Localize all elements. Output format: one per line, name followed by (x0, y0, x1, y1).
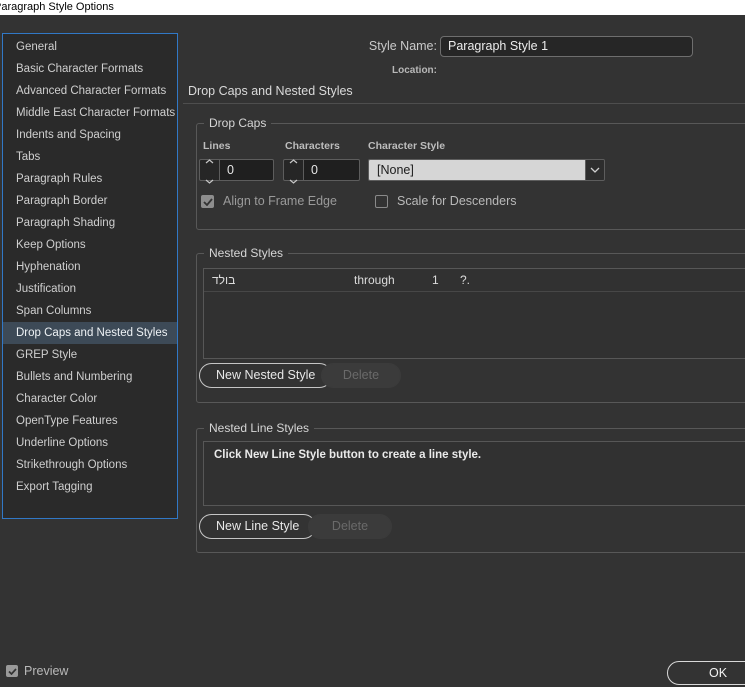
window-title: Paragraph Style Options (0, 1, 114, 13)
sidebar-item-keep-options[interactable]: Keep Options (3, 234, 177, 256)
panel-title: Drop Caps and Nested Styles (188, 84, 353, 98)
category-sidebar: General Basic Character Formats Advanced… (2, 33, 178, 519)
lines-stepper[interactable] (199, 159, 220, 184)
sidebar-item-paragraph-rules[interactable]: Paragraph Rules (3, 168, 177, 190)
window-titlebar: Paragraph Style Options (0, 0, 745, 15)
new-line-style-button[interactable]: New Line Style (199, 514, 317, 539)
nested-style-name-cell[interactable]: בולד (212, 273, 235, 287)
preview-label: Preview (24, 664, 69, 678)
style-name-label: Style Name: (368, 39, 437, 53)
sidebar-item-indents-and-spacing[interactable]: Indents and Spacing (3, 124, 177, 146)
sidebar-item-justification[interactable]: Justification (3, 278, 177, 300)
scale-for-descenders-label: Scale for Descenders (397, 194, 517, 208)
sidebar-item-middle-east-character-formats[interactable]: Middle East Character Formats (3, 102, 177, 124)
chevron-down-icon[interactable] (585, 160, 604, 180)
sidebar-item-basic-character-formats[interactable]: Basic Character Formats (3, 58, 177, 80)
sidebar-item-export-tagging[interactable]: Export Tagging (3, 476, 177, 498)
header-separator (183, 103, 745, 104)
nested-styles-legend: Nested Styles (204, 246, 289, 260)
sidebar-item-character-color[interactable]: Character Color (3, 388, 177, 410)
sidebar-item-paragraph-border[interactable]: Paragraph Border (3, 190, 177, 212)
lines-input[interactable]: 0 (220, 159, 274, 181)
sidebar-item-opentype-features[interactable]: OpenType Features (3, 410, 177, 432)
ok-button[interactable]: OK (667, 661, 745, 685)
nested-style-element-cell[interactable]: ?. (460, 273, 470, 287)
drop-caps-legend: Drop Caps (204, 116, 272, 130)
nested-line-styles-group: Nested Line Styles Click New Line Style … (196, 421, 745, 553)
nested-style-row[interactable]: בולד through 1 ?. (204, 269, 745, 292)
characters-stepper[interactable] (283, 159, 304, 184)
sidebar-item-underline-options[interactable]: Underline Options (3, 432, 177, 454)
delete-nested-style-button[interactable]: Delete (321, 363, 401, 388)
nested-style-count-cell[interactable]: 1 (432, 273, 439, 287)
character-style-dropdown[interactable]: [None] (368, 159, 605, 181)
characters-input[interactable]: 0 (304, 159, 360, 181)
character-style-value[interactable]: [None] (369, 160, 585, 180)
sidebar-item-span-columns[interactable]: Span Columns (3, 300, 177, 322)
line-styles-empty-message: Click New Line Style button to create a … (214, 449, 482, 461)
check-icon (202, 193, 213, 211)
chevron-down-icon[interactable] (205, 171, 214, 189)
delete-line-style-button[interactable]: Delete (308, 514, 392, 539)
nested-styles-group: Nested Styles בולד through 1 ?. New Nest… (196, 246, 745, 403)
align-to-frame-edge-checkbox[interactable] (201, 195, 214, 208)
scale-for-descenders-checkbox[interactable] (375, 195, 388, 208)
sidebar-item-tabs[interactable]: Tabs (3, 146, 177, 168)
character-style-label: Character Style (368, 140, 446, 152)
check-icon (7, 662, 17, 680)
sidebar-item-hyphenation[interactable]: Hyphenation (3, 256, 177, 278)
nested-styles-list[interactable]: בולד through 1 ?. (203, 268, 745, 359)
preview-checkbox[interactable] (6, 665, 18, 677)
sidebar-item-bullets-and-numbering[interactable]: Bullets and Numbering (3, 366, 177, 388)
style-name-input[interactable]: Paragraph Style 1 (440, 36, 693, 57)
drop-caps-group: Drop Caps Lines Characters Character Sty… (196, 116, 745, 230)
sidebar-item-grep-style[interactable]: GREP Style (3, 344, 177, 366)
sidebar-item-strikethrough-options[interactable]: Strikethrough Options (3, 454, 177, 476)
sidebar-item-general[interactable]: General (3, 36, 177, 58)
location-label: Location: (392, 65, 437, 76)
sidebar-item-advanced-character-formats[interactable]: Advanced Character Formats (3, 80, 177, 102)
align-to-frame-edge-label: Align to Frame Edge (223, 194, 337, 208)
chevron-up-icon[interactable] (289, 151, 298, 169)
chevron-up-icon[interactable] (205, 151, 214, 169)
new-nested-style-button[interactable]: New Nested Style (199, 363, 333, 388)
nested-style-mode-cell[interactable]: through (354, 273, 395, 287)
nested-line-styles-legend: Nested Line Styles (204, 421, 315, 435)
sidebar-item-drop-caps-and-nested-styles[interactable]: Drop Caps and Nested Styles (3, 322, 177, 344)
sidebar-item-paragraph-shading[interactable]: Paragraph Shading (3, 212, 177, 234)
chevron-down-icon[interactable] (289, 171, 298, 189)
nested-line-styles-list[interactable]: Click New Line Style button to create a … (203, 441, 745, 506)
